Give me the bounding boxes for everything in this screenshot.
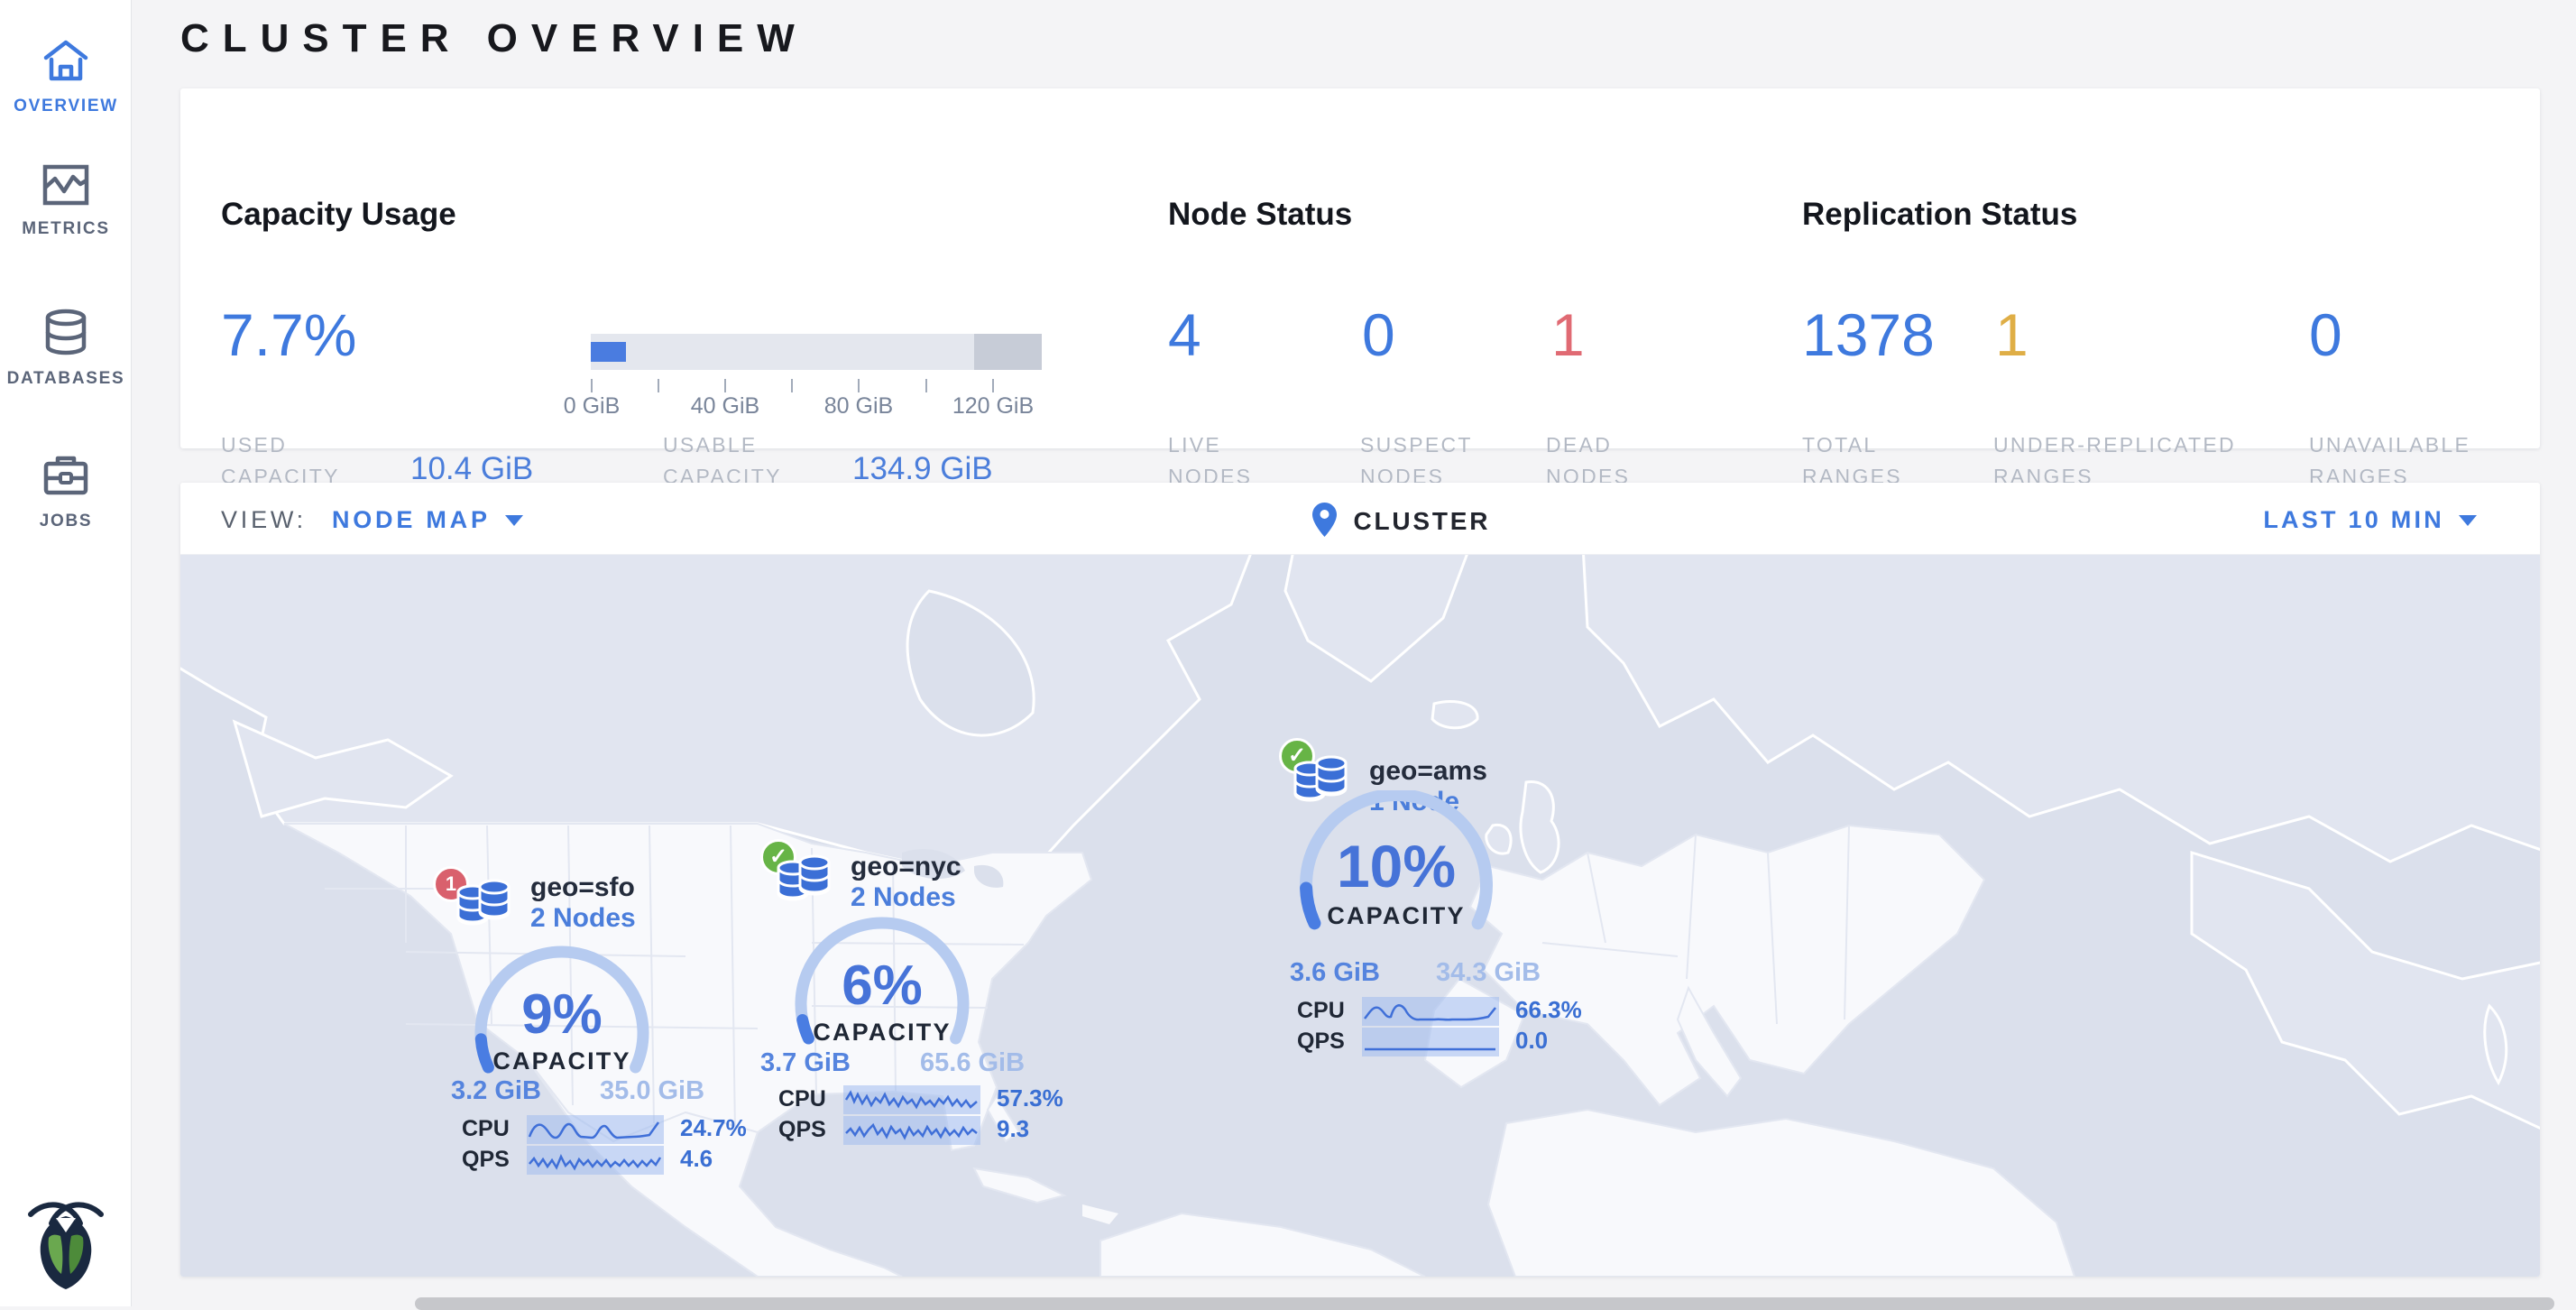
locality-name: geo=nyc (851, 852, 961, 882)
qps-label: QPS (462, 1147, 527, 1173)
used-capacity-value: 10.4 GiB (410, 451, 533, 487)
sidebar-item-label: JOBS (0, 512, 132, 531)
capacity-percent: 9% (463, 982, 661, 1047)
cpu-sparkline (843, 1085, 980, 1114)
total-ranges-count: 1378 (1802, 305, 1935, 364)
sidebar-item-jobs[interactable]: JOBS (0, 453, 132, 531)
dead-nodes-count: 1 (1551, 305, 1585, 364)
chevron-down-icon (2459, 515, 2477, 526)
sidebar-item-label: DATABASES (0, 369, 132, 389)
breadcrumb-cluster[interactable]: CLUSTER (1353, 507, 1490, 535)
breadcrumb: CLUSTER (1312, 503, 1490, 541)
capacity-bar-nonusable (974, 334, 1042, 370)
cpu-label: CPU (1297, 998, 1362, 1024)
cluster-summary-card: Capacity Usage 7.7% 0 GiB 40 GiB 80 GiB … (180, 88, 2540, 448)
capacity-bar-used (591, 342, 626, 362)
live-nodes-count: 4 (1168, 305, 1201, 364)
qps-row: QPS 0.0 (1297, 1027, 1548, 1057)
capacity-bar-ticks (591, 379, 1042, 392)
total-gib: 35.0 GiB (600, 1076, 704, 1106)
sidebar-item-label: METRICS (0, 219, 132, 239)
capacity-percent: 10% (1288, 832, 1504, 900)
sidebar-item-label: OVERVIEW (0, 97, 132, 116)
cpu-label: CPU (778, 1086, 843, 1112)
capacity-caption: CAPACITY (783, 1019, 981, 1047)
briefcase-icon (42, 453, 89, 503)
chevron-down-icon (505, 515, 523, 526)
database-icon (43, 309, 88, 360)
node-count: 2 Nodes (851, 882, 956, 913)
capacity-bar (591, 334, 1042, 370)
qps-value: 0.0 (1515, 1027, 1548, 1055)
qps-value: 9.3 (997, 1115, 1029, 1143)
sidebar-item-databases[interactable]: DATABASES (0, 309, 132, 389)
cpu-value: 24.7% (680, 1114, 747, 1142)
qps-label: QPS (1297, 1029, 1362, 1055)
page-title: CLUSTER OVERVIEW (180, 16, 808, 61)
total-gib: 65.6 GiB (920, 1048, 1025, 1078)
cpu-sparkline (527, 1115, 664, 1144)
node-count: 2 Nodes (530, 903, 636, 934)
database-stack-icon (453, 876, 514, 940)
view-selector[interactable]: NODE MAP (332, 506, 523, 534)
cpu-sparkline (1362, 997, 1499, 1026)
sidebar: OVERVIEW METRICS DATABASES (0, 0, 132, 1306)
capacity-usage-title: Capacity Usage (221, 197, 456, 233)
map-node-nyc[interactable]: ✓ geo=nyc 2 Nodes (753, 839, 1060, 1200)
qps-label: QPS (778, 1117, 843, 1143)
location-pin-icon (1312, 525, 1340, 540)
qps-value: 4.6 (680, 1145, 713, 1173)
usable-capacity-value: 134.9 GiB (852, 451, 993, 487)
used-gib: 3.6 GiB (1290, 958, 1380, 988)
database-stack-icon (773, 852, 834, 916)
under-replicated-count: 1 (1995, 305, 2029, 364)
world-map[interactable]: 1 geo=sfo 2 Nodes (180, 555, 2540, 1277)
cpu-row: CPU 24.7% (462, 1114, 747, 1145)
cockroachdb-logo (23, 1196, 108, 1290)
map-node-sfo[interactable]: 1 geo=sfo 2 Nodes (433, 862, 731, 1241)
map-node-ams[interactable]: ✓ geo=ams 1 Node (1263, 738, 1578, 1117)
capacity-gauge: 10% CAPACITY (1288, 790, 1504, 984)
capacity-caption: CAPACITY (1288, 902, 1504, 930)
node-status-title: Node Status (1168, 197, 1352, 233)
metrics-icon (42, 164, 89, 210)
locality-name: geo=sfo (530, 872, 635, 903)
sidebar-item-metrics[interactable]: METRICS (0, 164, 132, 239)
cpu-row: CPU 66.3% (1297, 996, 1582, 1027)
total-gib: 34.3 GiB (1436, 958, 1541, 988)
time-range-selector[interactable]: LAST 10 MIN (2263, 506, 2477, 534)
sidebar-item-overview[interactable]: OVERVIEW (0, 38, 132, 116)
horizontal-scrollbar[interactable] (415, 1297, 2554, 1310)
used-gib: 3.2 GiB (451, 1076, 541, 1106)
locality-name: geo=ams (1369, 756, 1487, 787)
map-view-toolbar: VIEW: NODE MAP CLUSTER LAST 10 MIN (180, 483, 2540, 555)
suspect-nodes-count: 0 (1362, 305, 1395, 364)
cpu-row: CPU 57.3% (778, 1084, 1063, 1115)
qps-row: QPS 4.6 (462, 1145, 713, 1176)
unavailable-ranges-count: 0 (2309, 305, 2342, 364)
capacity-caption: CAPACITY (463, 1047, 661, 1075)
view-label: VIEW: (221, 506, 307, 534)
qps-sparkline (843, 1116, 980, 1145)
home-icon (42, 38, 89, 88)
cpu-value: 57.3% (997, 1084, 1063, 1112)
qps-sparkline (1362, 1028, 1499, 1056)
cpu-value: 66.3% (1515, 996, 1582, 1024)
capacity-usage-percent: 7.7% (221, 305, 356, 364)
node-map-card: VIEW: NODE MAP CLUSTER LAST 10 MIN (180, 483, 2540, 1277)
capacity-percent: 6% (783, 954, 981, 1018)
qps-sparkline (527, 1146, 664, 1175)
cpu-label: CPU (462, 1116, 527, 1142)
replication-status-title: Replication Status (1802, 197, 2077, 233)
used-gib: 3.7 GiB (760, 1048, 851, 1078)
qps-row: QPS 9.3 (778, 1115, 1029, 1146)
